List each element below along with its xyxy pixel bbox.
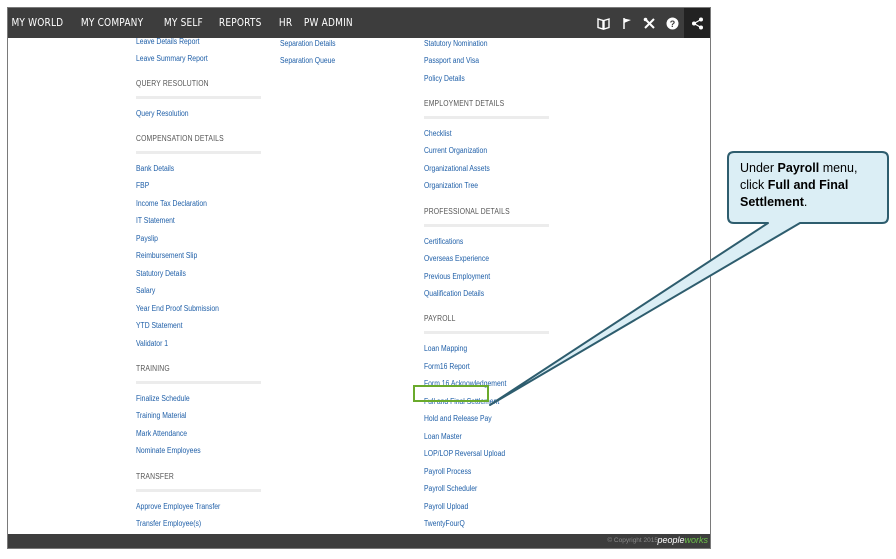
link-statutory-nomination[interactable]: Statutory Nomination <box>424 39 487 48</box>
top-navigation-bar: MY WORLD MY COMPANY MY SELF REPORTS HR P… <box>8 8 710 38</box>
link-transfer-employees[interactable]: Transfer Employee(s) <box>136 519 201 528</box>
link-current-organization[interactable]: Current Organization <box>424 146 487 155</box>
nav-hr[interactable]: HR <box>272 8 299 38</box>
link-salary[interactable]: Salary <box>136 286 155 295</box>
link-payroll-process[interactable]: Payroll Process <box>424 467 471 476</box>
brand-logo-main: people <box>657 535 685 545</box>
callout-text-part: Under <box>740 161 778 175</box>
link-loan-master[interactable]: Loan Master <box>424 432 462 441</box>
link-lop-reversal-upload[interactable]: LOP/LOP Reversal Upload <box>424 449 505 458</box>
link-ytd-statement[interactable]: YTD Statement <box>136 321 182 330</box>
divider <box>424 116 549 119</box>
brand-logo: peopleworks <box>657 535 708 545</box>
nav-my-world[interactable]: MY WORLD <box>8 8 70 38</box>
link-bank-details[interactable]: Bank Details <box>136 164 174 173</box>
link-income-tax-declaration[interactable]: Income Tax Declaration <box>136 199 207 208</box>
link-organization-tree[interactable]: Organization Tree <box>424 181 478 190</box>
menu-content: Leave Details Report Leave Summary Repor… <box>8 38 710 534</box>
link-payroll-upload[interactable]: Payroll Upload <box>424 502 468 511</box>
link-statutory-details[interactable]: Statutory Details <box>136 269 186 278</box>
link-approve-employee-transfer[interactable]: Approve Employee Transfer <box>136 502 220 511</box>
link-separation-details[interactable]: Separation Details <box>280 39 336 48</box>
copyright-text: © Copyright 2015 <box>607 537 658 544</box>
divider <box>136 96 261 99</box>
link-qualification-details[interactable]: Qualification Details <box>424 289 484 298</box>
link-previous-employment[interactable]: Previous Employment <box>424 272 490 281</box>
section-payroll: PAYROLL <box>424 314 456 323</box>
section-transfer: TRANSFER <box>136 472 175 481</box>
section-training: TRAINING <box>136 364 170 373</box>
nav-my-self[interactable]: MY SELF <box>157 8 210 38</box>
nav-pw-admin[interactable]: PW ADMIN <box>297 8 360 38</box>
target-highlight-box <box>413 385 489 402</box>
link-it-statement[interactable]: IT Statement <box>136 216 175 225</box>
link-checklist[interactable]: Checklist <box>424 129 452 138</box>
divider <box>424 331 549 334</box>
link-training-material[interactable]: Training Material <box>136 411 186 420</box>
footer-bar: © Copyright 2015 peopleworks <box>8 534 710 548</box>
flag-icon[interactable] <box>615 8 638 38</box>
link-finalize-schedule[interactable]: Finalize Schedule <box>136 394 190 403</box>
nav-my-company[interactable]: MY COMPANY <box>74 8 150 38</box>
section-compensation-details: COMPENSATION DETAILS <box>136 134 224 143</box>
link-nominate-employees[interactable]: Nominate Employees <box>136 446 201 455</box>
divider <box>136 381 261 384</box>
link-fbp[interactable]: FBP <box>136 181 149 190</box>
link-overseas-experience[interactable]: Overseas Experience <box>424 254 489 263</box>
link-loan-mapping[interactable]: Loan Mapping <box>424 344 467 353</box>
link-payslip[interactable]: Payslip <box>136 234 158 243</box>
link-twentyfourq[interactable]: TwentyFourQ <box>424 519 465 528</box>
brand-logo-accent: works <box>684 535 708 545</box>
app-window: MY WORLD MY COMPANY MY SELF REPORTS HR P… <box>7 7 711 549</box>
nav-reports[interactable]: REPORTS <box>212 8 268 38</box>
callout-instruction: Under Payroll menu, click Full and Final… <box>740 160 880 211</box>
section-query-resolution: QUERY RESOLUTION <box>136 79 209 88</box>
link-organizational-assets[interactable]: Organizational Assets <box>424 164 490 173</box>
book-icon[interactable] <box>592 8 615 38</box>
section-employment-details: EMPLOYMENT DETAILS <box>424 99 505 108</box>
link-passport-and-visa[interactable]: Passport and Visa <box>424 56 479 65</box>
link-leave-details-report[interactable]: Leave Details Report <box>136 38 200 46</box>
link-payroll-scheduler[interactable]: Payroll Scheduler <box>424 484 477 493</box>
nav-icon-group: ? <box>592 8 710 38</box>
link-separation-queue[interactable]: Separation Queue <box>280 56 335 65</box>
tools-icon[interactable] <box>638 8 661 38</box>
link-mark-attendance[interactable]: Mark Attendance <box>136 429 187 438</box>
callout-text-part: . <box>803 195 808 209</box>
link-year-end-proof-submission[interactable]: Year End Proof Submission <box>136 304 219 313</box>
link-leave-summary-report[interactable]: Leave Summary Report <box>136 54 208 63</box>
link-form16-report[interactable]: Form16 Report <box>424 362 470 371</box>
link-policy-details[interactable]: Policy Details <box>424 74 465 83</box>
link-reimbursement-slip[interactable]: Reimbursement Slip <box>136 251 197 260</box>
divider <box>424 224 549 227</box>
divider <box>136 151 261 154</box>
link-query-resolution[interactable]: Query Resolution <box>136 109 189 118</box>
divider <box>136 489 261 492</box>
link-hold-and-release-pay[interactable]: Hold and Release Pay <box>424 414 492 423</box>
share-icon[interactable] <box>684 8 710 38</box>
help-icon[interactable]: ? <box>661 8 684 38</box>
link-validator-1[interactable]: Validator 1 <box>136 339 168 348</box>
link-certifications[interactable]: Certifications <box>424 237 463 246</box>
section-professional-details: PROFESSIONAL DETAILS <box>424 207 510 216</box>
callout-bold-payroll: Payroll <box>777 161 820 175</box>
svg-text:?: ? <box>670 19 676 29</box>
